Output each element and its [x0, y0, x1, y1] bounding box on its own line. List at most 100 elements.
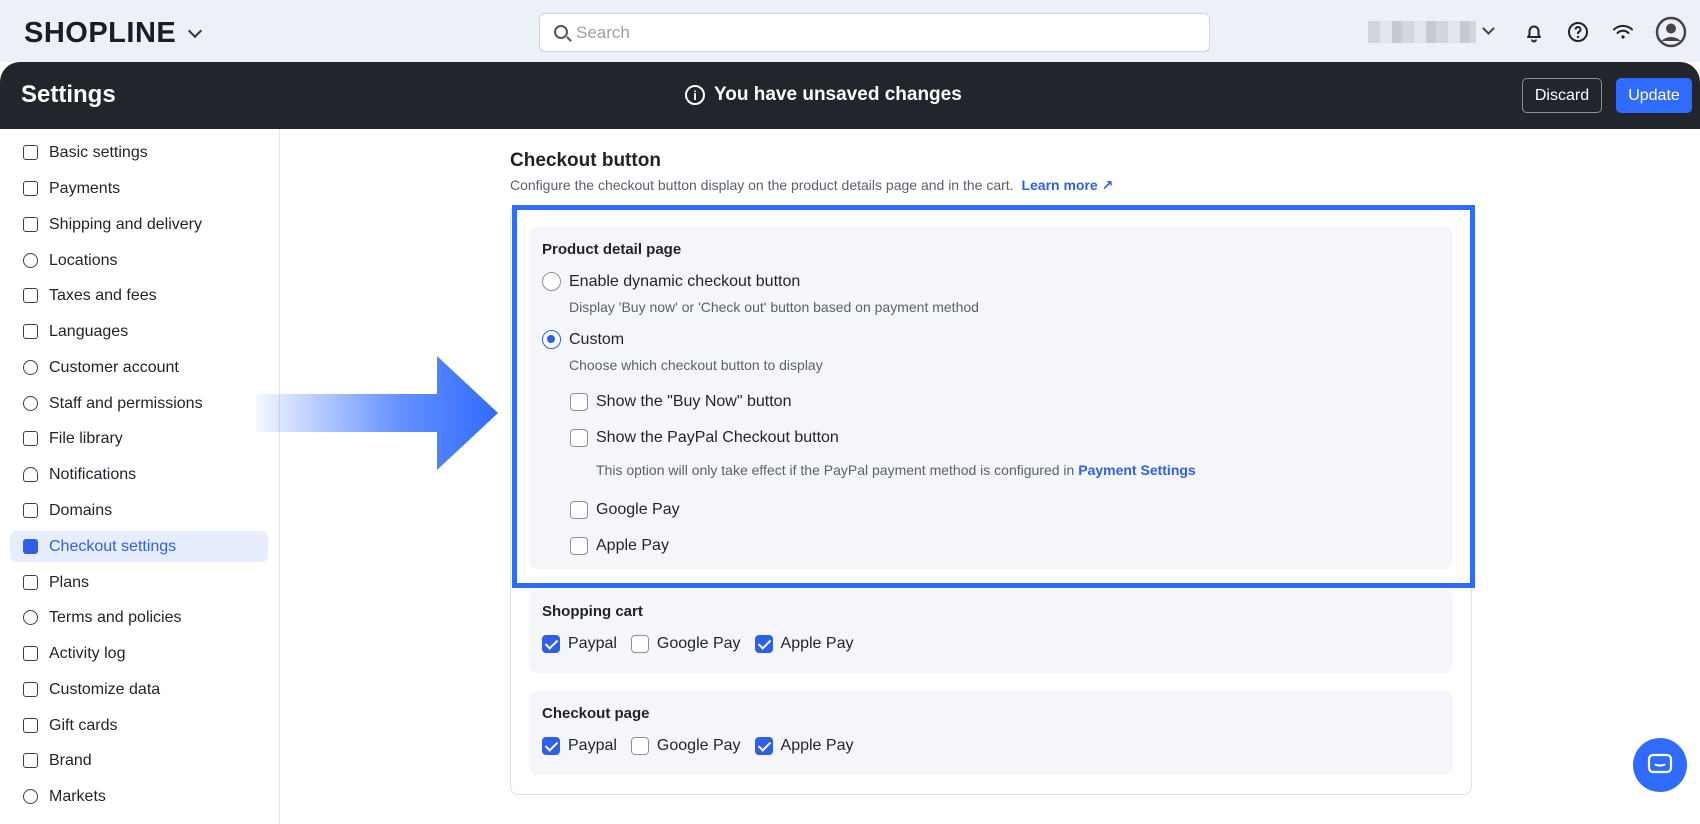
option-label: Google Pay: [656, 635, 741, 652]
sidebar-item-customize-data[interactable]: Customize data: [10, 674, 268, 705]
cart-paypal-option[interactable]: Paypal: [542, 635, 617, 653]
option-label: Paypal: [568, 635, 617, 652]
page-title: Settings: [21, 81, 116, 108]
info-icon: [23, 610, 38, 625]
globe-icon: [23, 789, 38, 804]
option-label: Apple Pay: [780, 635, 854, 652]
option-label: Apple Pay: [780, 737, 854, 754]
settings-header: Settings i You have unsaved changes Disc…: [0, 62, 1700, 129]
sidebar-item-label: Payments: [49, 179, 121, 197]
sidebar-item-notifications[interactable]: Notifications: [10, 459, 268, 490]
sidebar-item-languages[interactable]: Languages: [10, 316, 268, 347]
cart-google-pay-option[interactable]: Google Pay: [630, 635, 741, 653]
discard-button[interactable]: Discard: [1522, 78, 1602, 113]
plans-icon: [23, 575, 38, 590]
sidebar-item-checkout-settings[interactable]: Checkout settings: [10, 531, 268, 562]
unsaved-changes-notice: i You have unsaved changes: [685, 84, 962, 106]
gift-card-icon: [23, 718, 38, 733]
sidebar-item-basic-settings[interactable]: Basic settings: [10, 137, 268, 168]
update-button[interactable]: Update: [1616, 78, 1692, 113]
user-name-redacted[interactable]: [1368, 21, 1476, 43]
staff-icon: [23, 396, 38, 411]
shopping-cart-options: Paypal Google Pay Apple Pay: [542, 635, 867, 653]
sidebar-item-label: Languages: [49, 322, 129, 340]
sidebar-item-customer-account[interactable]: Customer account: [10, 352, 268, 383]
folder-icon: [23, 431, 38, 446]
cart-google-pay-checkbox[interactable]: [630, 635, 649, 653]
sidebar-item-label: Shipping and delivery: [49, 215, 202, 233]
sidebar-item-label: Markets: [49, 787, 106, 805]
description-text: Configure the checkout button display on…: [510, 177, 1014, 193]
truck-icon: [23, 217, 38, 232]
checkout-button-title: Checkout button: [510, 150, 661, 171]
bell-icon: [23, 467, 38, 482]
sidebar-item-label: Locations: [49, 251, 118, 269]
user-menu-chevron-icon[interactable]: [1482, 22, 1495, 35]
checkout-page-title: Checkout page: [542, 705, 650, 722]
chevron-down-icon: [188, 23, 203, 38]
sidebar-item-label: Basic settings: [49, 143, 148, 161]
shopping-bag-icon: [23, 539, 38, 554]
sidebar-item-label: Gift cards: [49, 716, 118, 734]
checkout-page-panel: [529, 691, 1453, 775]
learn-more-link[interactable]: Learn more ↗: [1021, 177, 1113, 193]
cart-apple-pay-checkbox[interactable]: [754, 635, 773, 653]
option-label: Paypal: [568, 737, 617, 754]
sidebar-item-terms[interactable]: Terms and policies: [10, 602, 268, 633]
checkout-apple-pay-checkbox[interactable]: [754, 737, 773, 755]
chat-icon: [1647, 753, 1673, 774]
sidebar-item-staff[interactable]: Staff and permissions: [10, 388, 268, 419]
languages-icon: [23, 324, 38, 339]
checkout-page-options: Paypal Google Pay Apple Pay: [542, 737, 867, 755]
sidebar-item-activity-log[interactable]: Activity log: [10, 638, 268, 669]
code-braces-icon: [23, 682, 38, 697]
domain-icon: [23, 503, 38, 518]
wifi-icon[interactable]: [1611, 20, 1635, 44]
search-icon: [554, 25, 568, 39]
search-input[interactable]: [576, 22, 1209, 43]
cart-apple-pay-option[interactable]: Apple Pay: [754, 635, 854, 653]
shopping-cart-title: Shopping cart: [542, 603, 643, 620]
shopline-logo: SHOPLINE: [24, 17, 177, 49]
chat-support-button[interactable]: [1633, 738, 1687, 792]
learn-more-text: Learn more: [1021, 177, 1098, 193]
sidebar-item-domains[interactable]: Domains: [10, 495, 268, 526]
sidebar-item-brand[interactable]: Brand: [10, 745, 268, 776]
sidebar-item-shipping[interactable]: Shipping and delivery: [10, 209, 268, 240]
sidebar-item-label: Terms and policies: [49, 608, 182, 626]
help-icon[interactable]: [1566, 20, 1590, 44]
checkout-apple-pay-option[interactable]: Apple Pay: [754, 737, 854, 755]
sidebar-item-taxes[interactable]: Taxes and fees: [10, 280, 268, 311]
info-icon: i: [685, 85, 705, 105]
store-switcher[interactable]: SHOPLINE: [24, 17, 203, 50]
location-pin-icon: [23, 253, 38, 268]
checkout-google-pay-checkbox[interactable]: [630, 737, 649, 755]
brand-icon: [23, 753, 38, 768]
checkout-paypal-option[interactable]: Paypal: [542, 737, 617, 755]
checkout-google-pay-option[interactable]: Google Pay: [630, 737, 741, 755]
sidebar-item-label: Taxes and fees: [49, 286, 157, 304]
log-icon: [23, 646, 38, 661]
bell-icon[interactable]: [1522, 20, 1546, 44]
sidebar-item-gift-cards[interactable]: Gift cards: [10, 710, 268, 741]
sidebar-item-locations[interactable]: Locations: [10, 245, 268, 276]
avatar-icon[interactable]: [1655, 16, 1687, 48]
sidebar-item-label: Checkout settings: [49, 537, 177, 555]
receipt-icon: [23, 288, 38, 303]
sidebar-item-markets[interactable]: Markets: [10, 781, 268, 812]
sidebar-item-label: Brand: [49, 751, 92, 769]
payments-icon: [23, 181, 38, 196]
sidebar-item-label: Customize data: [49, 680, 161, 698]
sidebar-item-payments[interactable]: Payments: [10, 173, 268, 204]
sidebar-item-label: File library: [49, 429, 123, 447]
settings-icon: [23, 145, 38, 160]
option-label: Google Pay: [656, 737, 741, 754]
sidebar-item-file-library[interactable]: File library: [10, 423, 268, 454]
checkout-button-description: Configure the checkout button display on…: [510, 177, 1113, 194]
search-bar[interactable]: [539, 13, 1210, 52]
sidebar-item-label: Activity log: [49, 644, 126, 662]
sidebar-item-plans[interactable]: Plans: [10, 567, 268, 598]
checkout-paypal-checkbox[interactable]: [542, 737, 560, 755]
unsaved-changes-text: You have unsaved changes: [714, 84, 962, 105]
cart-paypal-checkbox[interactable]: [542, 635, 560, 653]
